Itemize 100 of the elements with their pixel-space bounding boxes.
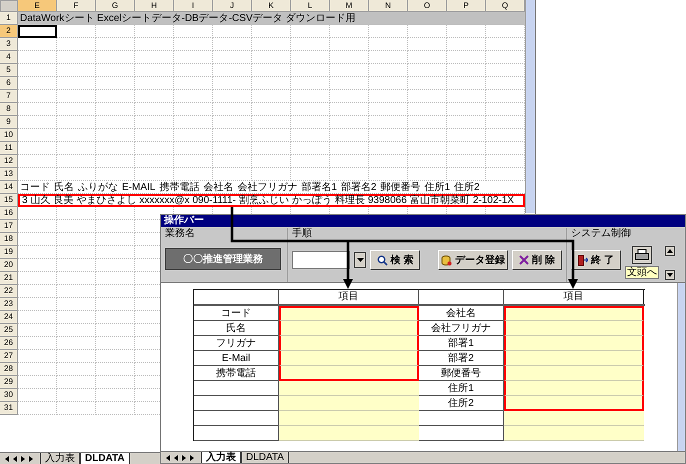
input-field[interactable] bbox=[279, 321, 419, 336]
header-cell: コード bbox=[20, 181, 50, 193]
window-title: 操作バー bbox=[161, 215, 685, 227]
row-header[interactable]: 12 bbox=[0, 155, 18, 168]
row-header[interactable]: 31 bbox=[0, 402, 18, 415]
header-cell: 会社名 bbox=[203, 181, 234, 193]
column-header: 項目 bbox=[504, 290, 644, 304]
magnifier-icon bbox=[376, 254, 388, 266]
selected-cell[interactable] bbox=[18, 25, 57, 38]
input-field[interactable] bbox=[279, 381, 419, 396]
row-header[interactable]: 23 bbox=[0, 298, 18, 311]
cross-icon bbox=[519, 255, 530, 265]
row-header[interactable]: 17 bbox=[0, 220, 18, 233]
header-cell: E-MAIL bbox=[122, 181, 156, 193]
scroll-up-icon[interactable] bbox=[665, 246, 675, 256]
column-header[interactable]: I bbox=[174, 0, 213, 12]
row-header[interactable]: 5 bbox=[0, 64, 18, 77]
data-cell: 3 bbox=[22, 196, 28, 205]
column-header[interactable]: G bbox=[96, 0, 135, 12]
sheet-tab[interactable]: 入力表 bbox=[40, 452, 80, 464]
input-field[interactable] bbox=[504, 426, 644, 441]
row-header[interactable]: 1 bbox=[0, 12, 18, 25]
column-header[interactable]: M bbox=[330, 0, 369, 12]
row-header[interactable]: 24 bbox=[0, 311, 18, 324]
input-field[interactable] bbox=[504, 321, 644, 336]
row-header[interactable]: 11 bbox=[0, 142, 18, 155]
header-cell: 住所2 bbox=[454, 181, 480, 193]
input-field[interactable] bbox=[279, 366, 419, 381]
section-label: 業務名 bbox=[165, 228, 196, 240]
title-row: DataWorkシート Excelシートデータ-DBデータ-CSVデータ ダウンロード用 bbox=[18, 12, 525, 25]
header-cell: 氏名 bbox=[54, 181, 74, 193]
input-field[interactable] bbox=[279, 306, 419, 321]
row-header[interactable]: 18 bbox=[0, 233, 18, 246]
header-cell: 住所1 bbox=[424, 181, 450, 193]
header-cell: 携帯電話 bbox=[159, 181, 200, 193]
printer-button[interactable] bbox=[632, 246, 652, 264]
row-header[interactable]: 3 bbox=[0, 38, 18, 51]
column-header[interactable]: F bbox=[57, 0, 96, 12]
column-header[interactable]: H bbox=[135, 0, 174, 12]
delete-button[interactable]: 削 除 bbox=[512, 250, 562, 270]
row-header[interactable]: 13 bbox=[0, 168, 18, 181]
row-header[interactable]: 30 bbox=[0, 389, 18, 402]
input-field[interactable] bbox=[504, 366, 644, 381]
header-cell: ふりがな bbox=[78, 181, 118, 193]
section-label: システム制御 bbox=[571, 228, 632, 240]
data-cell: 山久 良美 bbox=[30, 196, 74, 205]
row-header[interactable]: 22 bbox=[0, 285, 18, 298]
row-header[interactable]: 15 bbox=[0, 194, 18, 207]
input-field[interactable] bbox=[279, 411, 419, 426]
task-button[interactable]: 〇〇推進管理業務 bbox=[165, 248, 281, 270]
row-header[interactable]: 10 bbox=[0, 129, 18, 142]
column-header[interactable]: L bbox=[291, 0, 330, 12]
input-field[interactable] bbox=[279, 426, 419, 441]
sheet-tab[interactable]: DLDATA bbox=[80, 452, 130, 464]
column-header[interactable]: Q bbox=[486, 0, 525, 12]
row-header[interactable]: 14 bbox=[0, 181, 18, 194]
row-header[interactable]: 27 bbox=[0, 350, 18, 363]
row-header[interactable]: 26 bbox=[0, 337, 18, 350]
row-header[interactable]: 25 bbox=[0, 324, 18, 337]
column-header[interactable]: K bbox=[252, 0, 291, 12]
row-header[interactable]: 16 bbox=[0, 207, 18, 220]
input-field[interactable] bbox=[504, 336, 644, 351]
row-header[interactable]: 6 bbox=[0, 77, 18, 90]
input-field[interactable] bbox=[279, 396, 419, 411]
column-header[interactable]: J bbox=[213, 0, 252, 12]
data-cell: 料理長 bbox=[334, 196, 365, 205]
input-field[interactable] bbox=[504, 351, 644, 366]
scroll-down-icon[interactable] bbox=[665, 270, 675, 280]
sheet-tab[interactable]: 入力表 bbox=[201, 452, 241, 463]
header-cell: 部署名2 bbox=[340, 181, 376, 193]
column-header[interactable]: P bbox=[447, 0, 486, 12]
exit-button[interactable]: 終 了 bbox=[571, 250, 621, 270]
row-header[interactable]: 29 bbox=[0, 376, 18, 389]
sheet-tab[interactable]: DLDATA bbox=[241, 452, 289, 463]
vertical-scrollbar[interactable] bbox=[677, 283, 685, 451]
vertical-scrollbar[interactable] bbox=[525, 0, 535, 213]
input-field[interactable] bbox=[504, 411, 644, 426]
input-field[interactable] bbox=[279, 351, 419, 366]
input-field[interactable] bbox=[504, 306, 644, 321]
column-header[interactable]: O bbox=[408, 0, 447, 12]
input-field[interactable] bbox=[504, 396, 644, 411]
row-header[interactable]: 8 bbox=[0, 103, 18, 116]
printer-icon bbox=[635, 249, 649, 261]
row-header[interactable]: 9 bbox=[0, 116, 18, 129]
row-header[interactable]: 2 bbox=[0, 25, 18, 38]
search-button[interactable]: 検 索 bbox=[370, 250, 420, 270]
header-cell: 郵便番号 bbox=[380, 181, 420, 193]
row-header[interactable]: 7 bbox=[0, 90, 18, 103]
step-combobox[interactable] bbox=[292, 251, 350, 269]
input-field[interactable] bbox=[279, 336, 419, 351]
row-header[interactable]: 21 bbox=[0, 272, 18, 285]
tooltip: 文頭へ bbox=[625, 266, 659, 279]
row-header[interactable]: 28 bbox=[0, 363, 18, 376]
column-header[interactable]: E bbox=[18, 0, 57, 12]
row-header[interactable]: 20 bbox=[0, 259, 18, 272]
row-header[interactable]: 19 bbox=[0, 246, 18, 259]
row-header[interactable]: 4 bbox=[0, 51, 18, 64]
column-header[interactable]: N bbox=[369, 0, 408, 12]
input-field[interactable] bbox=[504, 381, 644, 396]
register-button[interactable]: データ登録 bbox=[438, 250, 508, 270]
